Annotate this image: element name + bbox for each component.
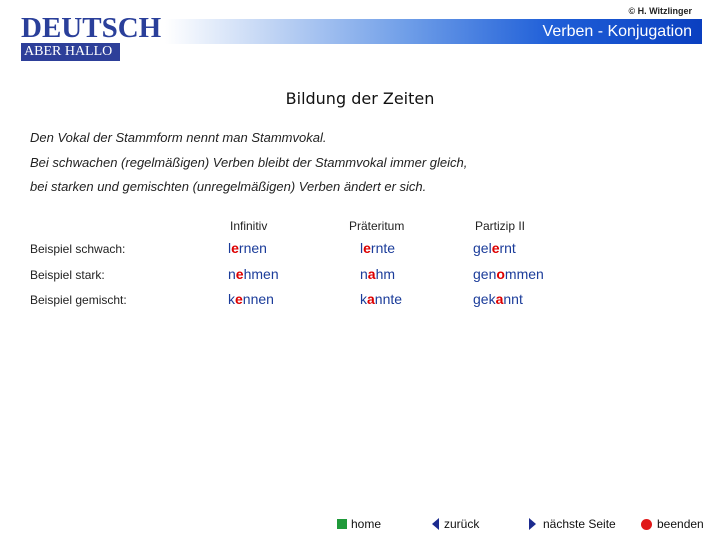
home-label: home [351, 517, 382, 531]
verb-cell: gelernt [473, 240, 516, 256]
header-bar: Verben - Konjugation [165, 19, 702, 44]
red-circle-icon [641, 518, 652, 530]
verb-cell: lernen [228, 240, 267, 256]
logo-deutsch: DEUTSCH [21, 12, 162, 44]
intro-line-1: Den Vokal der Stammform nennt man Stammv… [30, 130, 327, 145]
back-label: zurück [444, 517, 480, 531]
stem-vowel: a [367, 291, 375, 307]
column-header-partizip: Partizip II [475, 219, 526, 233]
stem-vowel: e [235, 291, 243, 307]
quit-button[interactable]: beenden [641, 517, 704, 531]
row-label-schwach: Beispiel schwach: [30, 242, 126, 256]
column-header-infinitiv: Infinitiv [230, 219, 268, 233]
back-button[interactable]: zurück [432, 517, 479, 531]
stem-vowel: a [367, 266, 376, 282]
intro-line-3: bei starken und gemischten (unregelmäßig… [30, 179, 427, 194]
arrow-right-icon [529, 518, 536, 530]
verb-cell: gekannt [473, 291, 523, 307]
verb-cell: lernte [360, 240, 396, 256]
verb-cell: nehmen [228, 266, 279, 282]
verb-cell: nahm [360, 266, 396, 282]
stem-vowel: o [496, 266, 505, 282]
stem-vowel: e [235, 266, 244, 282]
stem-vowel: e [363, 240, 371, 256]
home-button[interactable]: home [337, 517, 381, 531]
row-label-stark: Beispiel stark: [30, 268, 105, 282]
verb-cell: kennen [228, 291, 274, 307]
copyright-note: © H. Witzlinger [628, 6, 692, 16]
next-page-label: nächste Seite [543, 517, 616, 531]
column-header-praeteritum: Präteritum [349, 219, 405, 233]
verb-cell: genommen [473, 266, 544, 282]
intro-line-2: Bei schwachen (regelmäßigen) Verben blei… [30, 155, 468, 170]
arrow-left-icon [432, 518, 439, 530]
logo-aber-hallo: ABER HALLO [21, 43, 120, 61]
verb-cell: kannte [360, 291, 403, 307]
page-title: Bildung der Zeiten [285, 89, 435, 108]
next-page-button[interactable]: nächste Seite [529, 517, 616, 531]
row-label-gemischt: Beispiel gemischt: [30, 293, 127, 307]
home-square-icon [337, 519, 347, 529]
quit-label: beenden [657, 517, 704, 531]
header-title: Verben - Konjugation [542, 23, 692, 40]
stem-vowel: e [231, 240, 239, 256]
